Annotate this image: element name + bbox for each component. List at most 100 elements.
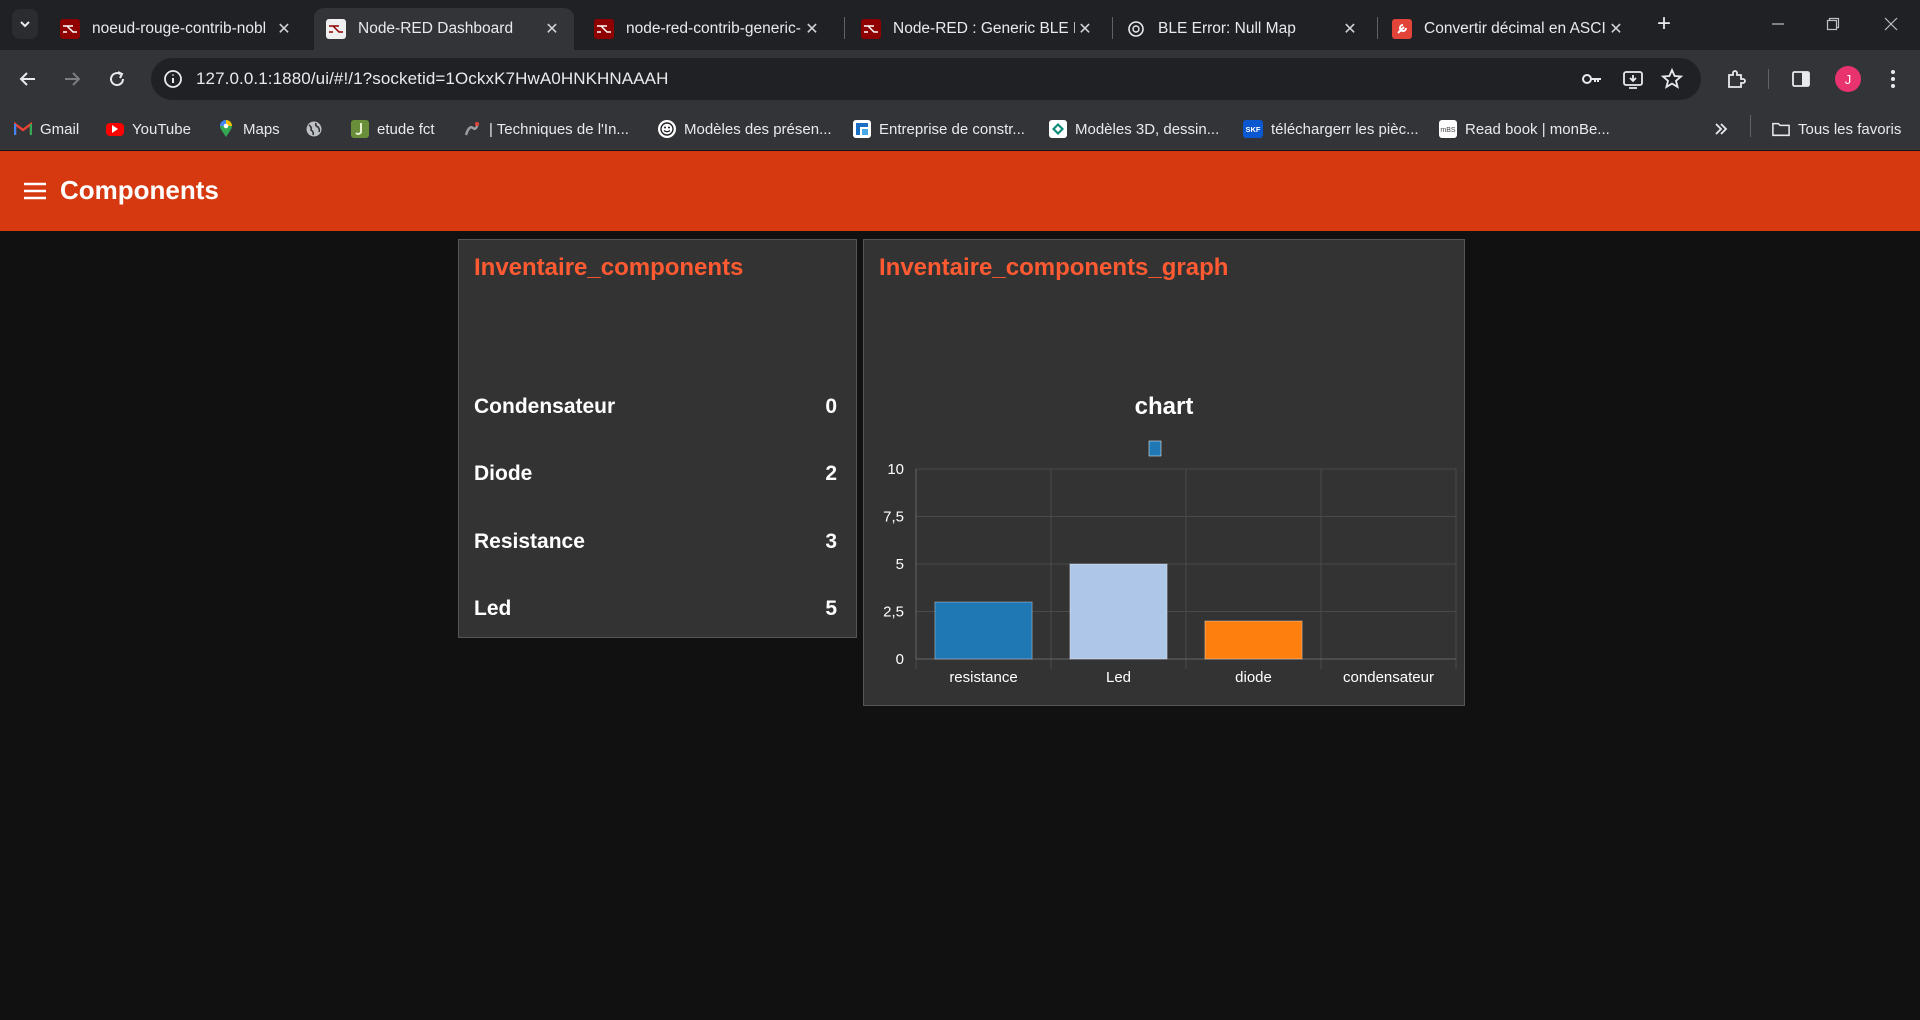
y-tick-label: 5 (896, 556, 904, 573)
bar-chart: chart 0 2,5 5 7,5 10 resistance Led diode conden… (883, 393, 1457, 686)
smiley-icon (658, 120, 676, 138)
y-tick-label: 10 (887, 461, 904, 478)
tab-close-icon[interactable]: ✕ (802, 19, 822, 39)
row-label-diode: Diode (474, 462, 533, 485)
bookmark-etude-fct[interactable]: etude fct (351, 116, 435, 142)
page-title: Components (60, 175, 219, 205)
tab-search-button[interactable] (12, 9, 38, 39)
minimize-icon (1772, 23, 1784, 25)
tab-generic-ble[interactable]: Node-RED : Generic BLE Ex ✕ (849, 8, 1107, 50)
row-label-condensateur: Condensateur (474, 395, 616, 418)
wrench-favicon-icon (1392, 19, 1412, 39)
bookmarks-separator (1750, 115, 1751, 137)
bar-Led (1069, 563, 1168, 660)
tab-title: BLE Error: Null Map (1158, 20, 1296, 37)
tab-node-red-dashboard[interactable]: Node-RED Dashboard ✕ (314, 8, 574, 50)
tab-ble-error[interactable]: BLE Error: Null Map ✕ (1114, 8, 1372, 50)
tab-close-icon[interactable]: ✕ (1606, 19, 1626, 39)
bookmark-techniques[interactable]: | Techniques de l'In... (463, 116, 629, 142)
bookmark-label: | Techniques de l'In... (489, 120, 629, 138)
side-panel-button[interactable] (1787, 65, 1815, 93)
tab-close-icon[interactable]: ✕ (1340, 19, 1360, 39)
arrow-left-icon (19, 72, 35, 86)
node-red-favicon-icon (326, 19, 346, 39)
bookmark-youtube[interactable]: YouTube (106, 116, 191, 142)
reload-button[interactable] (103, 65, 131, 93)
maps-icon (217, 120, 235, 138)
bookmark-read-book[interactable]: mBS Read book | monBe... (1439, 116, 1610, 142)
row-label-led: Led (474, 597, 512, 620)
chrome-menu-button[interactable] (1879, 65, 1907, 93)
svg-text:SKF: SKF (1246, 125, 1261, 134)
y-tick-label: 0 (896, 651, 904, 668)
bookmark-modeles-3d[interactable]: Modèles 3D, dessin... (1049, 116, 1219, 142)
tab-separator (844, 17, 845, 39)
address-bar[interactable]: 127.0.0.1:1880/ui/#!/1?socketid=1OckxK7H… (151, 58, 1701, 100)
tab-title: Node-RED Dashboard (358, 20, 514, 37)
row-value-condensateur: 0 (825, 395, 837, 418)
chevron-down-icon (20, 21, 30, 28)
tab-close-icon[interactable]: ✕ (1075, 19, 1095, 39)
extensions-button[interactable] (1722, 65, 1750, 93)
all-bookmarks-button[interactable]: Tous les favoris (1772, 116, 1901, 142)
chatgpt-favicon-icon (1126, 19, 1146, 39)
forward-button[interactable] (58, 65, 86, 93)
y-tick-label: 2,5 (883, 604, 904, 621)
close-icon (1884, 17, 1898, 31)
skf-icon: SKF (1243, 120, 1263, 138)
bar-diode (1204, 620, 1303, 660)
bookmark-modeles-presentation[interactable]: Modèles des présen... (658, 116, 832, 142)
back-button[interactable] (14, 65, 42, 93)
bookmark-icon (853, 120, 871, 138)
tab-convertir[interactable]: Convertir décimal en ASCII ✕ (1380, 8, 1638, 50)
site-info-icon[interactable] (161, 67, 185, 91)
bookmark-maps[interactable]: Maps (217, 116, 280, 142)
restore-button[interactable] (1818, 10, 1848, 38)
row-value-resistance: 3 (825, 530, 837, 553)
node-red-favicon-icon (60, 19, 80, 39)
bookmark-entreprise[interactable]: Entreprise de constr... (853, 116, 1025, 142)
bookmark-label: etude fct (377, 120, 435, 138)
tab-close-icon[interactable]: ✕ (542, 19, 562, 39)
node-red-favicon-icon (861, 19, 881, 39)
y-tick-label: 7,5 (883, 509, 904, 526)
new-tab-button[interactable]: + (1652, 12, 1676, 36)
tab-close-icon[interactable]: ✕ (274, 19, 294, 39)
youtube-icon (106, 122, 124, 136)
minimize-button[interactable] (1763, 10, 1793, 38)
tab-title: Node-RED : Generic BLE Ex (893, 20, 1075, 37)
tab-separator (1112, 17, 1113, 39)
more-bookmarks-button[interactable] (1713, 116, 1729, 142)
close-window-button[interactable] (1876, 10, 1906, 38)
bookmark-label: Read book | monBe... (1465, 120, 1610, 138)
row-label-resistance: Resistance (474, 530, 585, 553)
bookmark-label: Tous les favoris (1798, 120, 1902, 138)
bookmark-label: Modèles 3D, dessin... (1075, 120, 1220, 138)
bookmark-icon: mBS (1439, 120, 1457, 138)
tab-noeud-rouge[interactable]: noeud-rouge-contrib-nobl ✕ (48, 8, 306, 50)
dashboard-header: Components (0, 151, 1920, 231)
x-tick-label: diode (1235, 669, 1272, 686)
install-app-icon[interactable] (1621, 67, 1645, 91)
hamburger-menu-button[interactable] (22, 178, 48, 204)
gmail-icon (14, 120, 32, 138)
bar-resistance (934, 601, 1033, 660)
bookmark-label: Gmail (40, 120, 80, 138)
bookmark-globe[interactable] (305, 116, 331, 142)
password-key-icon[interactable] (1580, 67, 1604, 91)
double-chevron-right-icon (1715, 123, 1728, 135)
bookmark-gmail[interactable]: Gmail (14, 116, 79, 142)
restore-icon (1826, 17, 1840, 31)
tab-separator (1377, 17, 1378, 39)
card-title: Inventaire_components (474, 254, 744, 281)
x-tick-label: Led (1106, 669, 1131, 686)
bookmark-telecharger[interactable]: SKF téléchargerr les pièc... (1243, 116, 1419, 142)
bookmark-label: Entreprise de constr... (879, 120, 1025, 138)
profile-avatar[interactable]: J (1835, 66, 1861, 92)
bookmark-icon (463, 120, 481, 138)
reload-icon (110, 71, 125, 87)
url-text[interactable]: 127.0.0.1:1880/ui/#!/1?socketid=1OckxK7H… (196, 69, 668, 89)
bookmark-label: YouTube (132, 120, 191, 138)
bookmark-star-icon[interactable] (1660, 67, 1684, 91)
tab-node-red-contrib-generic[interactable]: node-red-contrib-generic- ✕ (582, 8, 834, 50)
